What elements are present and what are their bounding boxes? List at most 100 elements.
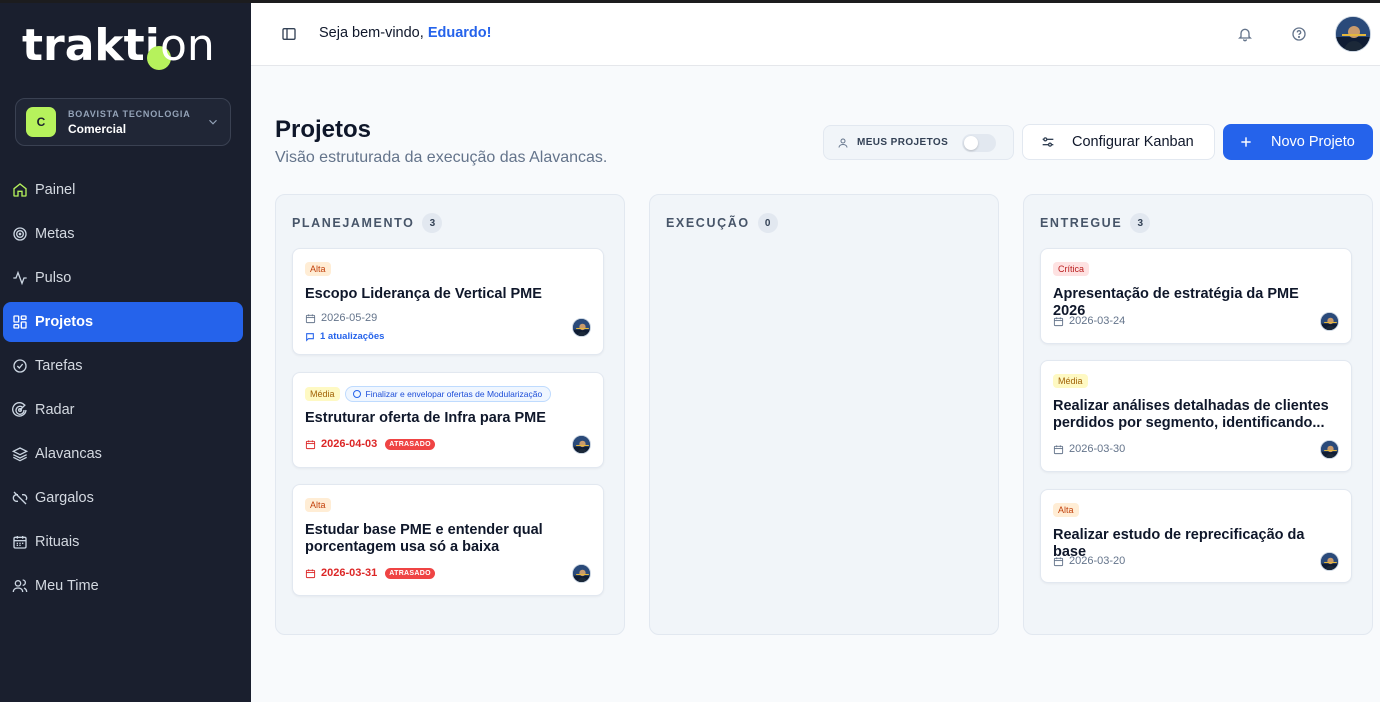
traktion-logo[interactable]: trakti on bbox=[22, 18, 232, 74]
assignee-avatar[interactable] bbox=[572, 318, 591, 337]
avatar-image bbox=[1336, 17, 1370, 51]
my-projects-switch[interactable] bbox=[962, 134, 996, 152]
sidebar-item-label: Rituais bbox=[35, 534, 80, 550]
sidebar-item-label: Pulso bbox=[35, 270, 72, 286]
org-switcher[interactable]: C BOAVISTA TECNOLOGIA Comercial bbox=[15, 98, 231, 146]
due-date-text: 2026-03-31 bbox=[321, 567, 378, 579]
avatar-image bbox=[573, 565, 590, 582]
project-card[interactable]: Alta Escopo Liderança de Vertical PME 20… bbox=[292, 248, 604, 355]
card-title: Estruturar oferta de Infra para PME bbox=[305, 410, 546, 426]
card-due-date: 2026-04-03 ATRASADO bbox=[305, 438, 435, 450]
project-card[interactable]: Alta Realizar estudo de reprecificação d… bbox=[1040, 489, 1352, 583]
help-icon[interactable] bbox=[1291, 26, 1307, 42]
avatar-image bbox=[573, 319, 590, 336]
calendar-icon bbox=[1053, 444, 1064, 454]
grid-icon bbox=[13, 315, 27, 329]
org-badge: C bbox=[26, 107, 56, 137]
card-updates-link[interactable]: 1 atualizações bbox=[305, 331, 384, 342]
layers-icon bbox=[12, 447, 28, 462]
welcome-text: Seja bem-vindo, bbox=[319, 25, 428, 41]
priority-badge: Alta bbox=[305, 262, 331, 276]
org-team: Comercial bbox=[68, 121, 127, 136]
project-card[interactable]: Crítica Apresentação de estratégia da PM… bbox=[1040, 248, 1352, 344]
sidebar-item-label: Meu Time bbox=[35, 578, 99, 594]
assignee-avatar[interactable] bbox=[572, 435, 591, 454]
user-name: Eduardo! bbox=[427, 25, 492, 41]
card-due-date: 2026-03-20 bbox=[1053, 555, 1125, 567]
sidebar-item-pulso[interactable]: Pulso bbox=[3, 258, 243, 298]
column-title: PLANEJAMENTO bbox=[292, 216, 415, 230]
sidebar-item-meu-time[interactable]: Meu Time bbox=[3, 566, 243, 606]
column-count-badge: 3 bbox=[1130, 213, 1151, 233]
card-title: Realizar análises detalhadas de clientes… bbox=[1053, 398, 1329, 431]
kanban-column-execucao: EXECUÇÃO 0 bbox=[649, 194, 999, 635]
bell-icon[interactable] bbox=[1237, 26, 1253, 42]
card-title: Estudar base PME e entender qual porcent… bbox=[305, 522, 543, 555]
sidebar-toggle-icon[interactable] bbox=[281, 26, 297, 42]
radar-icon bbox=[12, 402, 27, 417]
assignee-avatar[interactable] bbox=[1320, 552, 1339, 571]
sliders-icon bbox=[1042, 137, 1054, 147]
configure-kanban-button[interactable]: Configurar Kanban bbox=[1022, 124, 1215, 160]
project-card[interactable]: Média Finalizar e envelopar ofertas de M… bbox=[292, 372, 604, 468]
updates-text: 1 atualizações bbox=[320, 331, 385, 342]
target-icon bbox=[352, 390, 361, 398]
sidebar-nav: Painel Metas Pulso Projetos Tarefas Rada… bbox=[3, 170, 243, 610]
late-badge: ATRASADO bbox=[385, 567, 435, 579]
sidebar-item-rituais[interactable]: Rituais bbox=[3, 522, 243, 562]
due-date-text: 2026-05-29 bbox=[321, 312, 378, 324]
project-card[interactable]: Média Realizar análises detalhadas de cl… bbox=[1040, 360, 1352, 472]
column-count-badge: 3 bbox=[422, 213, 443, 233]
message-icon bbox=[306, 332, 314, 342]
priority-badge: Média bbox=[1053, 374, 1088, 388]
avatar-image bbox=[573, 436, 590, 453]
column-title: EXECUÇÃO bbox=[666, 216, 750, 230]
calendar-icon bbox=[1053, 316, 1064, 326]
priority-badge: Crítica bbox=[1053, 262, 1090, 276]
assignee-avatar[interactable] bbox=[1320, 440, 1339, 459]
configure-kanban-label: Configurar Kanban bbox=[1072, 134, 1194, 150]
user-avatar[interactable] bbox=[1335, 16, 1371, 52]
assignee-avatar[interactable] bbox=[572, 564, 591, 583]
sidebar-item-alavancas[interactable]: Alavancas bbox=[3, 434, 243, 474]
switch-knob bbox=[964, 136, 978, 150]
new-project-label: Novo Projeto bbox=[1271, 134, 1355, 150]
lever-badge[interactable]: Finalizar e envelopar ofertas de Modular… bbox=[344, 386, 552, 402]
project-card[interactable]: Alta Estudar base PME e entender qual po… bbox=[292, 484, 604, 596]
sidebar-item-label: Metas bbox=[35, 226, 75, 242]
card-due-date: 2026-05-29 bbox=[305, 312, 377, 324]
sidebar-item-painel[interactable]: Painel bbox=[3, 170, 243, 210]
sidebar-item-tarefas[interactable]: Tarefas bbox=[3, 346, 243, 386]
kanban-column-entregue: ENTREGUE 3 Crítica Apresentação de estra… bbox=[1023, 194, 1373, 635]
sidebar-item-metas[interactable]: Metas bbox=[3, 214, 243, 254]
card-title: Escopo Liderança de Vertical PME bbox=[305, 286, 542, 302]
avatar-image bbox=[1321, 441, 1338, 458]
assignee-avatar[interactable] bbox=[1320, 312, 1339, 331]
new-project-button[interactable]: Novo Projeto bbox=[1223, 124, 1373, 160]
card-due-date: 2026-03-30 bbox=[1053, 443, 1125, 455]
home-icon bbox=[13, 183, 27, 197]
org-company: BOAVISTA TECNOLOGIA bbox=[68, 108, 191, 119]
page-title: Projetos bbox=[275, 116, 372, 143]
target-icon bbox=[13, 227, 27, 241]
lever-text: Finalizar e envelopar ofertas de Modular… bbox=[365, 389, 543, 399]
avatar-image bbox=[1321, 313, 1338, 330]
top-header: Seja bem-vindo, Eduardo! bbox=[251, 3, 1380, 66]
unlink-icon bbox=[12, 491, 28, 505]
sidebar-item-gargalos[interactable]: Gargalos bbox=[3, 478, 243, 518]
sidebar-item-label: Radar bbox=[35, 402, 75, 418]
users-icon bbox=[12, 579, 28, 593]
sidebar-item-projetos[interactable]: Projetos bbox=[3, 302, 243, 342]
my-projects-toggle[interactable]: MEUS PROJETOS bbox=[823, 125, 1014, 160]
priority-badge: Média bbox=[305, 387, 340, 401]
sidebar-item-label: Painel bbox=[35, 182, 76, 198]
sidebar-item-label: Projetos bbox=[35, 314, 94, 330]
column-count-badge: 0 bbox=[757, 213, 778, 233]
column-title: ENTREGUE bbox=[1040, 216, 1123, 230]
kanban-column-planejamento: PLANEJAMENTO 3 Alta Escopo Liderança de … bbox=[275, 194, 625, 635]
sidebar-item-radar[interactable]: Radar bbox=[3, 390, 243, 430]
priority-badge: Alta bbox=[1053, 503, 1079, 517]
my-projects-label: MEUS PROJETOS bbox=[857, 137, 949, 148]
page-subtitle: Visão estruturada da execução das Alavan… bbox=[275, 149, 608, 166]
due-date-text: 2026-03-24 bbox=[1069, 315, 1126, 327]
